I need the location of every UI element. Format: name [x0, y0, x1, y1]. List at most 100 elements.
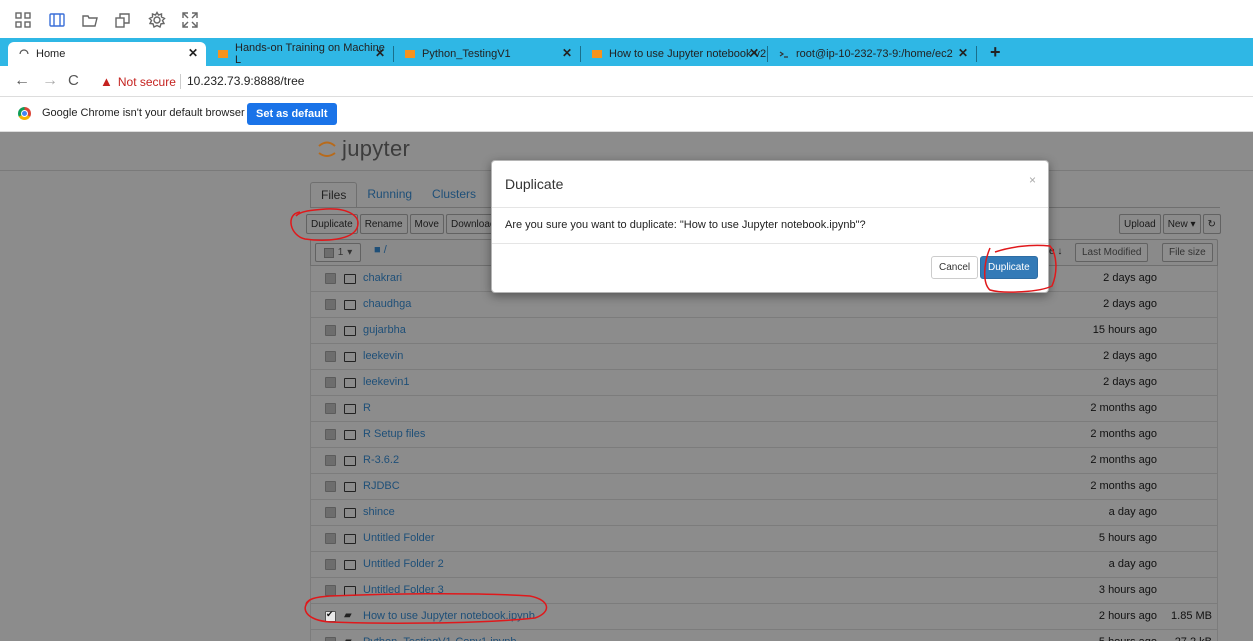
row-checkbox[interactable] — [325, 299, 336, 310]
file-row[interactable]: leekevin1 2 days ago — [310, 370, 1218, 396]
jupyter-brand[interactable]: jupyter — [342, 136, 410, 162]
duplicate-button[interactable]: Duplicate — [306, 214, 358, 234]
expand-icon[interactable] — [179, 9, 201, 31]
file-name-link[interactable]: leekevin1 — [363, 376, 409, 388]
file-row[interactable]: Untitled Folder 5 hours ago — [310, 526, 1218, 552]
row-checkbox[interactable] — [325, 377, 336, 388]
tab-how-to-use-jupyter[interactable]: How to use Jupyter notebook v2 ✕ — [581, 42, 768, 66]
close-icon[interactable]: ✕ — [188, 46, 198, 60]
tab-running[interactable]: Running — [357, 182, 422, 207]
file-row[interactable]: chaudhga 2 days ago — [310, 292, 1218, 318]
file-row[interactable]: R-3.6.2 2 months ago — [310, 448, 1218, 474]
tab-files[interactable]: Files — [310, 182, 358, 207]
file-name-link[interactable]: Untitled Folder 2 — [363, 558, 444, 570]
close-icon[interactable]: ✕ — [958, 46, 968, 60]
new-dropdown-button[interactable]: New ▾ — [1162, 214, 1201, 234]
row-checkbox[interactable] — [325, 481, 336, 492]
tab-hands-on-training[interactable]: Hands-on Training on Machine L ✕ — [207, 42, 394, 66]
security-indicator[interactable]: ▲ Not secure — [100, 74, 176, 89]
sort-name-arrow[interactable]: e ↓ — [1049, 246, 1062, 257]
folder-icon — [344, 326, 356, 336]
file-name-link[interactable]: RJDBC — [363, 480, 400, 492]
row-checkbox[interactable] — [325, 585, 336, 596]
tab-clusters[interactable]: Clusters — [422, 182, 486, 207]
file-row[interactable]: Untitled Folder 2 a day ago — [310, 552, 1218, 578]
rename-button[interactable]: Rename — [359, 214, 408, 234]
file-name-link[interactable]: R-3.6.2 — [363, 454, 399, 466]
breadcrumb-root[interactable]: / — [384, 244, 387, 256]
row-checkbox[interactable] — [325, 351, 336, 362]
row-checkbox[interactable] — [325, 403, 336, 414]
confirm-duplicate-button[interactable]: Duplicate — [980, 256, 1038, 279]
close-icon[interactable]: ✕ — [562, 46, 572, 60]
file-row[interactable]: R 2 months ago — [310, 396, 1218, 422]
row-checkbox[interactable] — [325, 609, 336, 622]
file-name-link[interactable]: R Setup files — [363, 428, 425, 440]
file-name-link[interactable]: chakrari — [363, 272, 402, 284]
selected-count: 1 — [337, 247, 344, 258]
sort-last-modified-button[interactable]: Last Modified — [1075, 243, 1149, 262]
file-row[interactable]: leekevin 2 days ago — [310, 344, 1218, 370]
file-row[interactable]: Untitled Folder 3 3 hours ago — [310, 578, 1218, 604]
forward-arrow-icon[interactable]: → — [42, 72, 58, 90]
file-name-link[interactable]: Python_TestingV1-Copy1.ipynb — [363, 636, 516, 641]
grid-icon[interactable] — [12, 9, 34, 31]
tab-label: Python_TestingV1 — [422, 48, 511, 60]
file-row[interactable]: R Setup files 2 months ago — [310, 422, 1218, 448]
select-all-checkbox[interactable] — [323, 247, 334, 258]
select-all-dropdown[interactable]: 1 ▾ — [315, 243, 361, 262]
panel-icon[interactable] — [46, 9, 68, 31]
close-icon[interactable]: ✕ — [375, 46, 385, 60]
folder-icon — [344, 560, 356, 570]
set-as-default-button[interactable]: Set as default — [247, 103, 337, 125]
window-icon[interactable] — [112, 9, 134, 31]
url-field[interactable]: 10.232.73.9:8888/tree — [187, 74, 304, 88]
row-checkbox[interactable] — [325, 273, 336, 284]
file-name-link[interactable]: How to use Jupyter notebook.ipynb — [363, 610, 535, 622]
file-row[interactable]: RJDBC 2 months ago — [310, 474, 1218, 500]
tab-terminal[interactable]: root@ip-10-232-73-9:/home/ec2 ✕ — [768, 42, 977, 66]
chrome-logo-icon — [18, 107, 31, 120]
folder-icon — [344, 508, 356, 518]
upload-button[interactable]: Upload — [1119, 214, 1161, 234]
reload-icon[interactable]: C — [68, 72, 79, 89]
terminal-icon — [779, 51, 788, 58]
file-name-link[interactable]: shince — [363, 506, 395, 518]
file-row[interactable]: ▰ How to use Jupyter notebook.ipynb 2 hour… — [310, 604, 1218, 630]
jupyter-logo-icon[interactable] — [316, 138, 338, 160]
row-checkbox[interactable] — [325, 637, 336, 641]
breadcrumb[interactable]: ■ / — [374, 244, 387, 256]
notebook-favicon-icon — [405, 50, 415, 58]
tab-home[interactable]: Home ✕ — [8, 42, 206, 66]
file-name-link[interactable]: chaudhga — [363, 298, 411, 310]
row-checkbox[interactable] — [325, 533, 336, 544]
folder-icon — [344, 352, 356, 362]
row-checkbox[interactable] — [325, 325, 336, 336]
close-icon[interactable]: × — [1029, 173, 1036, 187]
sort-file-size-button[interactable]: File size — [1162, 243, 1213, 262]
tab-label: Home — [36, 48, 66, 60]
move-button[interactable]: Move — [409, 214, 444, 234]
refresh-button[interactable]: ↻ — [1202, 214, 1221, 234]
row-checkbox[interactable] — [325, 429, 336, 440]
file-name-link[interactable]: R — [363, 402, 371, 414]
back-arrow-icon[interactable]: ← — [14, 72, 30, 90]
file-actions: Duplicate Rename Move Downloac — [306, 214, 502, 234]
file-name-link[interactable]: leekevin — [363, 350, 403, 362]
folder-icon[interactable] — [79, 9, 101, 31]
row-checkbox[interactable] — [325, 507, 336, 518]
file-row[interactable]: gujarbha 15 hours ago — [310, 318, 1218, 344]
file-name-link[interactable]: Untitled Folder 3 — [363, 584, 444, 596]
file-row[interactable]: ▰ Python_TestingV1-Copy1.ipynb 5 hours ago… — [310, 630, 1218, 641]
row-checkbox[interactable] — [325, 455, 336, 466]
row-checkbox[interactable] — [325, 559, 336, 570]
browser-tab-bar: Home ✕ Hands-on Training on Machine L ✕ … — [0, 38, 1253, 66]
file-row[interactable]: shince a day ago — [310, 500, 1218, 526]
new-tab-button[interactable]: + — [990, 42, 1001, 63]
file-name-link[interactable]: Untitled Folder — [363, 532, 435, 544]
settings-icon[interactable] — [146, 9, 168, 31]
file-name-link[interactable]: gujarbha — [363, 324, 406, 336]
tab-python-testing[interactable]: Python_TestingV1 ✕ — [394, 42, 581, 66]
cancel-button[interactable]: Cancel — [931, 256, 979, 279]
close-icon[interactable]: ✕ — [749, 46, 759, 60]
